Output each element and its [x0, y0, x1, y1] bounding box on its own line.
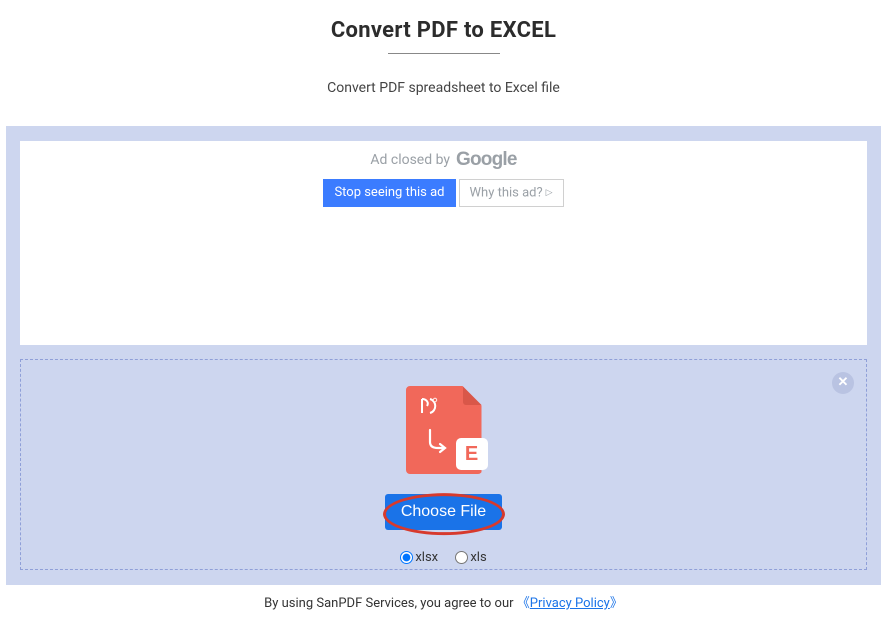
radio-xls[interactable]: xls [455, 550, 486, 565]
bracket-close: 》 [610, 596, 623, 611]
excel-badge-icon: E [456, 438, 488, 470]
pdf-glyph-icon [417, 396, 441, 420]
radio-xls-input[interactable] [455, 551, 468, 564]
ad-closed-text: Ad closed by [370, 152, 450, 168]
ad-panel: Ad closed by Google Stop seeing this adW… [20, 141, 867, 345]
footer-agree-text: By using SanPDF Services, you agree to o… [264, 596, 517, 611]
upload-dropzone[interactable]: ✕ E Choose File xlsx xls [20, 359, 867, 570]
ad-button-row: Stop seeing this adWhy this ad?▷ [20, 179, 867, 207]
page-title: Convert PDF to EXCEL [0, 18, 887, 43]
privacy-policy-link[interactable]: Privacy Policy [530, 596, 610, 611]
radio-xls-label: xls [470, 550, 486, 565]
pdf-to-excel-icon: E [406, 386, 482, 474]
stop-seeing-ad-button[interactable]: Stop seeing this ad [323, 179, 455, 207]
main-container: Ad closed by Google Stop seeing this adW… [6, 126, 881, 585]
why-this-ad-button[interactable]: Why this ad?▷ [459, 179, 564, 207]
subtitle: Convert PDF spreadsheet to Excel file [0, 80, 887, 96]
radio-xlsx[interactable]: xlsx [400, 550, 438, 565]
radio-xlsx-label: xlsx [415, 550, 438, 565]
close-icon[interactable]: ✕ [832, 372, 854, 394]
choose-file-button[interactable]: Choose File [385, 494, 502, 530]
choose-file-wrap: Choose File [21, 494, 866, 536]
why-ad-label: Why this ad? [470, 185, 543, 200]
title-underline [388, 53, 500, 54]
footer: By using SanPDF Services, you agree to o… [0, 592, 887, 611]
file-corner [463, 386, 482, 405]
radio-xlsx-input[interactable] [400, 551, 413, 564]
arrow-icon [424, 428, 452, 456]
ad-closed-row: Ad closed by Google [20, 149, 867, 171]
format-radio-row: xlsx xls [21, 550, 866, 565]
bracket-open: 《 [517, 596, 530, 611]
header-area: Convert PDF to EXCEL Convert PDF spreads… [0, 0, 887, 96]
google-logo: Google [456, 149, 517, 171]
adchoices-icon: ▷ [546, 188, 553, 198]
